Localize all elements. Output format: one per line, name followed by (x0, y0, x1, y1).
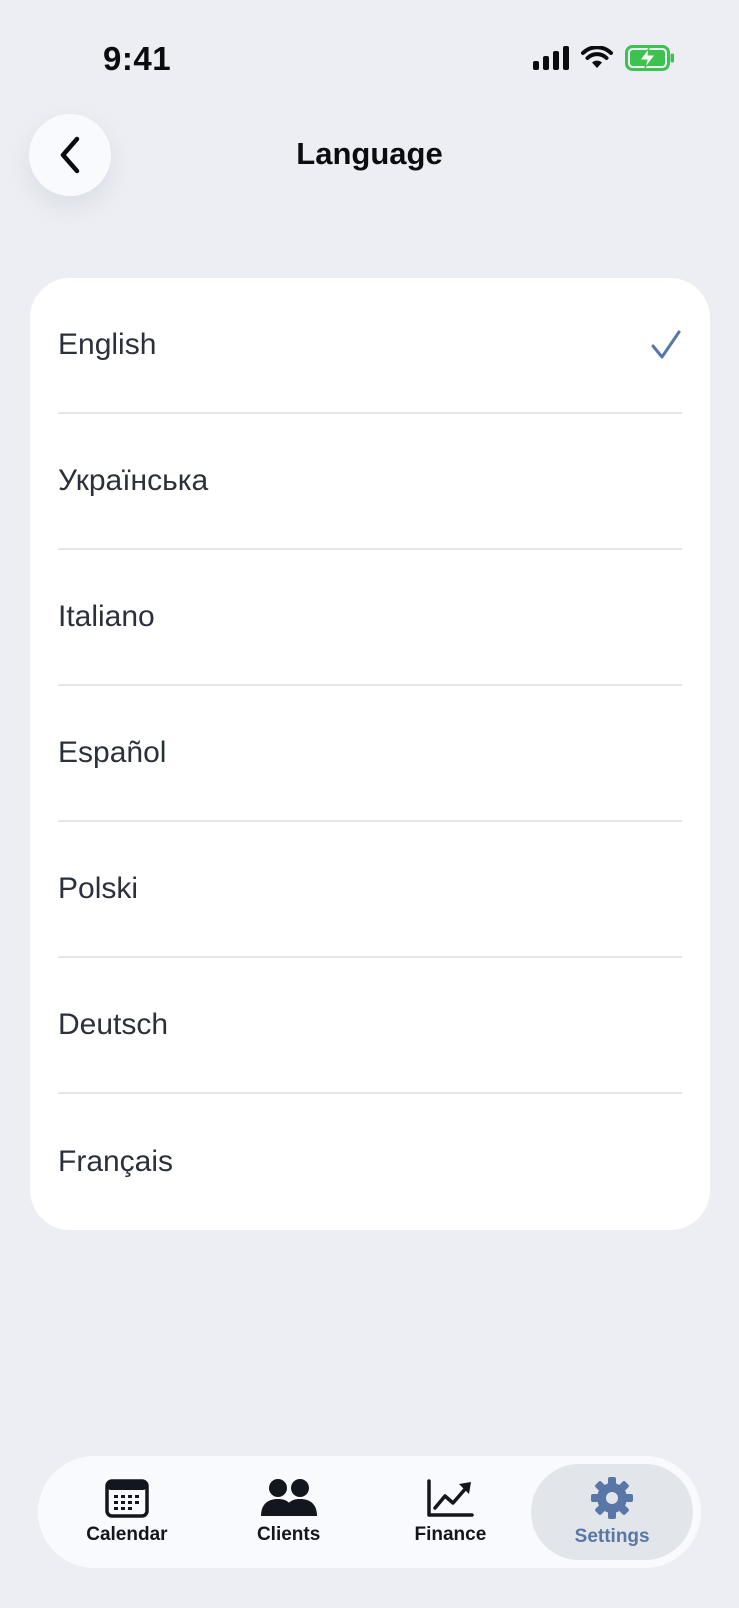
language-label: Deutsch (58, 1008, 169, 1041)
tab-label: Settings (574, 1526, 650, 1547)
language-label: Українська (58, 464, 209, 497)
language-option-ukrainian[interactable]: Українська (58, 414, 682, 550)
language-label: Italiano (58, 600, 155, 633)
tab-calendar[interactable]: Calendar (46, 1464, 208, 1560)
gear-icon (591, 1477, 634, 1519)
language-label: Polski (58, 872, 139, 905)
language-option-german[interactable]: Deutsch (58, 958, 682, 1094)
signal-icon (533, 46, 569, 70)
language-option-spanish[interactable]: Español (58, 686, 682, 822)
tab-label: Calendar (86, 1524, 168, 1545)
users-icon (260, 1479, 317, 1516)
language-option-polish[interactable]: Polski (58, 822, 682, 958)
language-option-french[interactable]: Français (58, 1094, 682, 1230)
chart-line-icon (427, 1479, 475, 1517)
status-time: 9:41 (103, 40, 172, 77)
wifi-icon (581, 46, 613, 68)
language-option-english[interactable]: English (58, 278, 682, 414)
language-screen: 9:41 Language English Українська Italian… (0, 0, 739, 1608)
language-label: Español (58, 736, 167, 769)
battery-icon (625, 45, 674, 71)
language-label: English (58, 328, 157, 361)
calendar-icon (105, 1479, 149, 1518)
language-list: English Українська Italiano Español Pols… (30, 278, 710, 1230)
tab-bar: Calendar Clients Finance Settings (38, 1456, 701, 1568)
tab-label: Finance (414, 1524, 487, 1545)
tab-clients[interactable]: Clients (208, 1464, 370, 1560)
tab-settings[interactable]: Settings (531, 1464, 693, 1560)
tab-finance[interactable]: Finance (370, 1464, 532, 1560)
language-label: Français (58, 1145, 174, 1178)
checkmark-icon (650, 329, 682, 361)
status-icons (533, 45, 675, 71)
language-option-italian[interactable]: Italiano (58, 550, 682, 686)
page-title: Language (296, 136, 443, 171)
tab-label: Clients (256, 1524, 321, 1545)
